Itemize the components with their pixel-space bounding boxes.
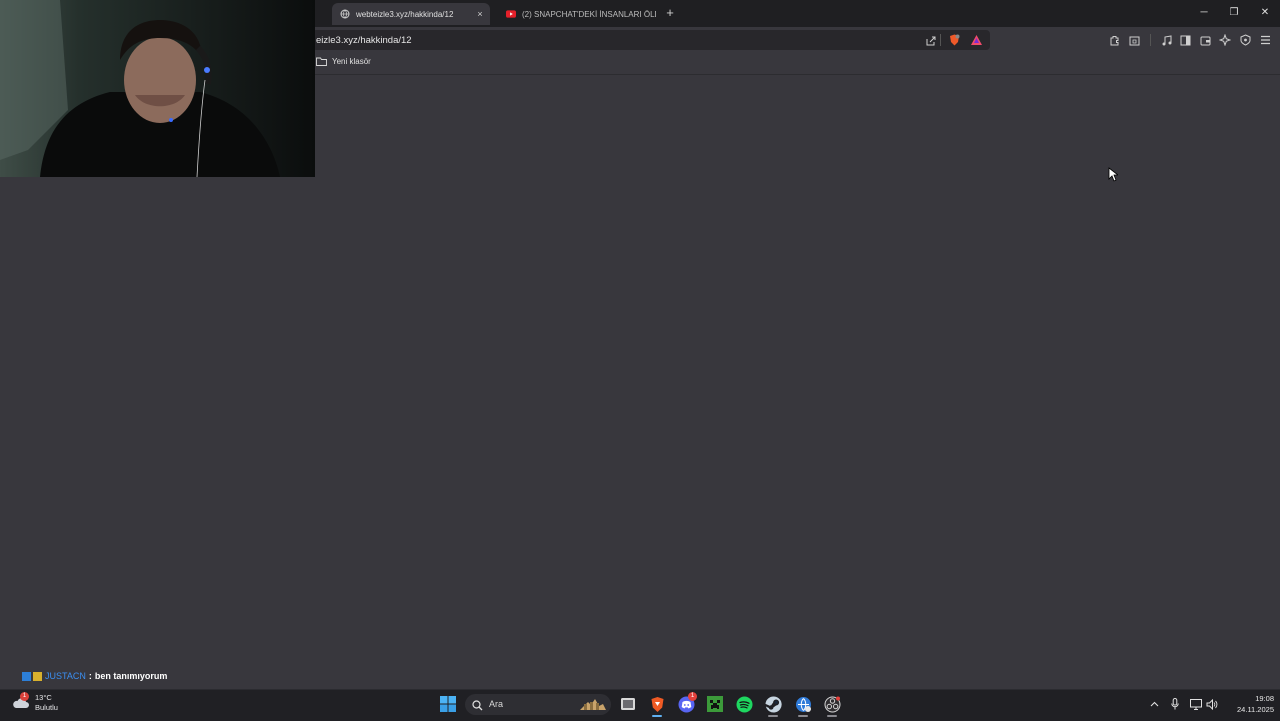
task-view-icon[interactable]: [619, 695, 637, 713]
close-window-button[interactable]: ✕: [1255, 5, 1275, 21]
brave-shields-icon[interactable]: [947, 33, 961, 47]
close-tab-icon[interactable]: ×: [474, 9, 486, 19]
vpn-icon[interactable]: [1238, 33, 1252, 47]
weather-condition: Bulutlu: [35, 703, 58, 712]
badge-icon: [22, 671, 31, 681]
cloud-icon: 1: [12, 692, 30, 710]
maximize-button[interactable]: ❐: [1224, 5, 1244, 21]
menu-icon[interactable]: [1258, 33, 1272, 47]
minimize-button[interactable]: ─: [1194, 5, 1214, 21]
system-clock[interactable]: 19:08 24.11.2025: [1218, 693, 1274, 715]
divider: [1150, 34, 1151, 46]
url-text[interactable]: eizle3.xyz/hakkinda/12: [316, 35, 412, 46]
windows-start-icon[interactable]: [439, 695, 457, 713]
tab-title: (2) SNAPCHAT'DEKİ İNSANLARI ÖLDÜ: [522, 9, 656, 19]
chat-message: ben tanımıyorum: [94, 671, 168, 681]
screenshot-icon[interactable]: [1127, 33, 1141, 47]
active-app-indicator: [652, 715, 662, 717]
network-icon[interactable]: [1190, 698, 1202, 710]
network-app-icon[interactable]: [794, 695, 812, 713]
share-icon[interactable]: [923, 33, 937, 47]
chevron-up-icon[interactable]: [1148, 698, 1160, 710]
microphone-icon[interactable]: [1169, 698, 1181, 710]
wallet-icon[interactable]: [1198, 33, 1212, 47]
address-bar[interactable]: [312, 30, 990, 50]
weather-widget[interactable]: 1 13°C Bulutlu: [12, 692, 58, 713]
minecraft-icon[interactable]: [706, 695, 724, 713]
spotify-icon[interactable]: [735, 695, 753, 713]
notification-badge: 1: [688, 692, 697, 701]
running-app-indicator: [827, 715, 837, 717]
tab-active[interactable]: webteizle3.xyz/hakkinda/12 ×: [332, 3, 490, 25]
webcam-overlay: [0, 0, 315, 177]
leo-ai-icon[interactable]: [1218, 33, 1232, 47]
weather-temp: 13°C: [35, 693, 52, 702]
folder-icon: [316, 57, 327, 66]
chat-separator: :: [88, 671, 92, 681]
steam-icon[interactable]: [764, 695, 782, 713]
brave-rewards-icon[interactable]: [969, 33, 983, 47]
music-icon[interactable]: [1159, 33, 1173, 47]
clock-date: 24.11.2025: [1237, 705, 1274, 714]
obs-icon[interactable]: [823, 695, 841, 713]
bookmark-label: Yeni klasör: [332, 57, 371, 66]
divider: [940, 34, 941, 46]
volume-icon[interactable]: [1206, 698, 1218, 710]
stream-chat-message: JUSTACN : ben tanımıyorum: [22, 671, 167, 681]
search-icon: [472, 698, 483, 716]
mouse-cursor-icon: [1108, 167, 1120, 187]
tab-inactive[interactable]: (2) SNAPCHAT'DEKİ İNSANLARI ÖLDÜ: [498, 3, 656, 25]
running-app-indicator: [798, 715, 808, 717]
weather-alert-badge: 1: [20, 692, 29, 701]
new-tab-button[interactable]: +: [663, 5, 677, 21]
tab-title: webteizle3.xyz/hakkinda/12: [356, 9, 454, 19]
clock-time: 19:08: [1255, 694, 1274, 703]
search-highlight-image: [578, 696, 608, 717]
badge-icon: [33, 671, 42, 681]
bookmark-folder[interactable]: Yeni klasör: [316, 57, 371, 66]
running-app-indicator: [768, 715, 778, 717]
globe-icon: [340, 9, 350, 19]
chat-username: JUSTACN: [45, 671, 86, 681]
extensions-icon[interactable]: [1107, 33, 1121, 47]
taskbar: [0, 689, 1280, 721]
youtube-icon: [506, 9, 516, 19]
brave-browser-icon[interactable]: [648, 695, 666, 713]
search-placeholder: Ara: [489, 699, 504, 709]
sidebar-icon[interactable]: [1178, 33, 1192, 47]
